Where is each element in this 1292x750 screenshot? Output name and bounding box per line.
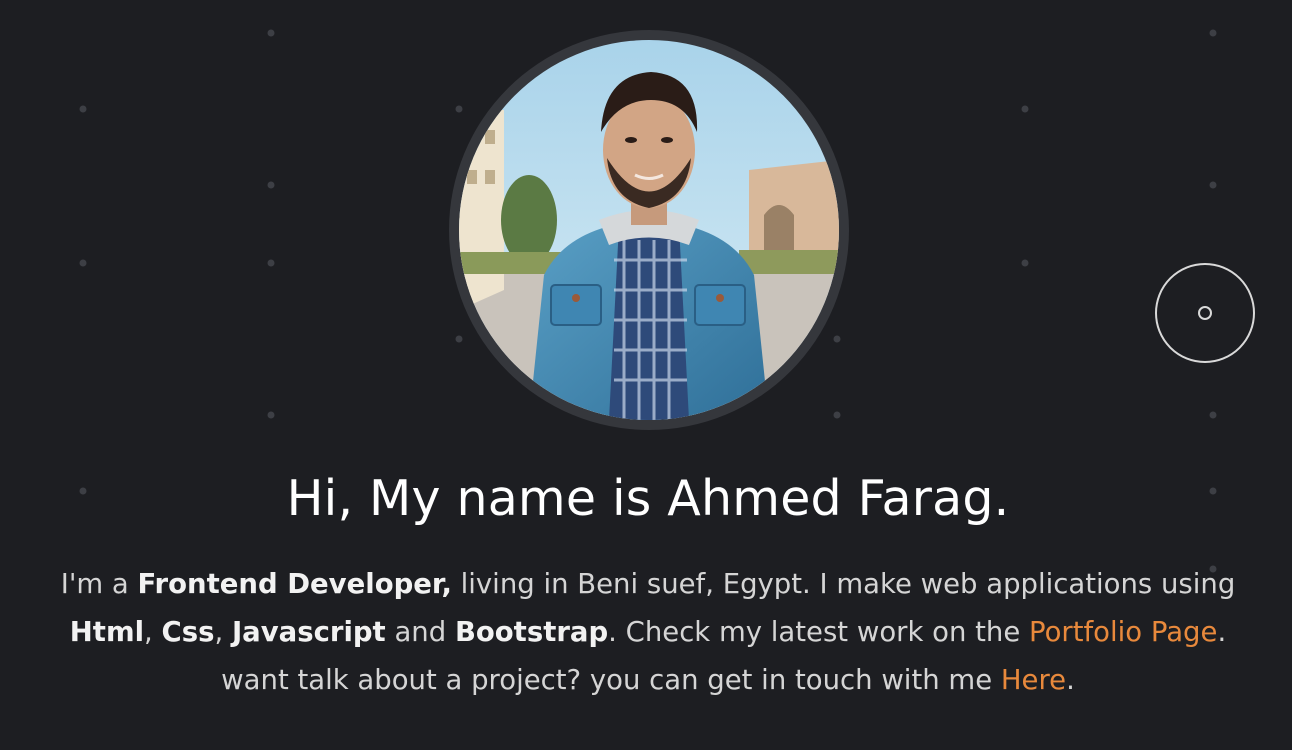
- background-dot: [1209, 411, 1217, 419]
- background-dot: [267, 181, 275, 189]
- skill-css: Css: [161, 616, 215, 648]
- bio-role: Frontend Developer,: [137, 568, 452, 600]
- background-dot: [1021, 259, 1029, 267]
- skill-html: Html: [69, 616, 145, 648]
- background-dot: [267, 411, 275, 419]
- background-dot: [79, 259, 87, 267]
- background-dot: [1209, 29, 1217, 37]
- background-dot: [79, 105, 87, 113]
- background-dot: [267, 29, 275, 37]
- background-dot: [1021, 105, 1029, 113]
- bio-text: .: [1066, 664, 1075, 696]
- background-dot: [455, 335, 463, 343]
- profile-photo: [459, 40, 839, 420]
- background-dot: [833, 335, 841, 343]
- hero-headline: Hi, My name is Ahmed Farag.: [286, 470, 1010, 527]
- skill-bootstrap: Bootstrap: [454, 616, 609, 648]
- portfolio-link[interactable]: Portfolio Page: [1029, 616, 1217, 648]
- hero-bio: I'm a Frontend Developer, living in Beni…: [40, 560, 1256, 704]
- background-dot: [833, 411, 841, 419]
- skill-javascript: Javascript: [231, 616, 386, 648]
- background-dot: [267, 259, 275, 267]
- bio-text: living in Beni suef, Egypt. I make web a…: [451, 568, 1236, 600]
- background-dot: [455, 105, 463, 113]
- cursor-ring-icon: [1155, 263, 1255, 363]
- bio-separator: ,: [144, 616, 162, 648]
- bio-text: . Check my latest work on the: [608, 616, 1029, 648]
- contact-link[interactable]: Here: [1001, 664, 1066, 696]
- bio-separator: and: [385, 616, 455, 648]
- bio-separator: ,: [214, 616, 232, 648]
- bio-text: I'm a: [60, 568, 138, 600]
- background-dot: [1209, 181, 1217, 189]
- cursor-dot-icon: [1198, 306, 1212, 320]
- profile-photo-frame: [449, 30, 849, 430]
